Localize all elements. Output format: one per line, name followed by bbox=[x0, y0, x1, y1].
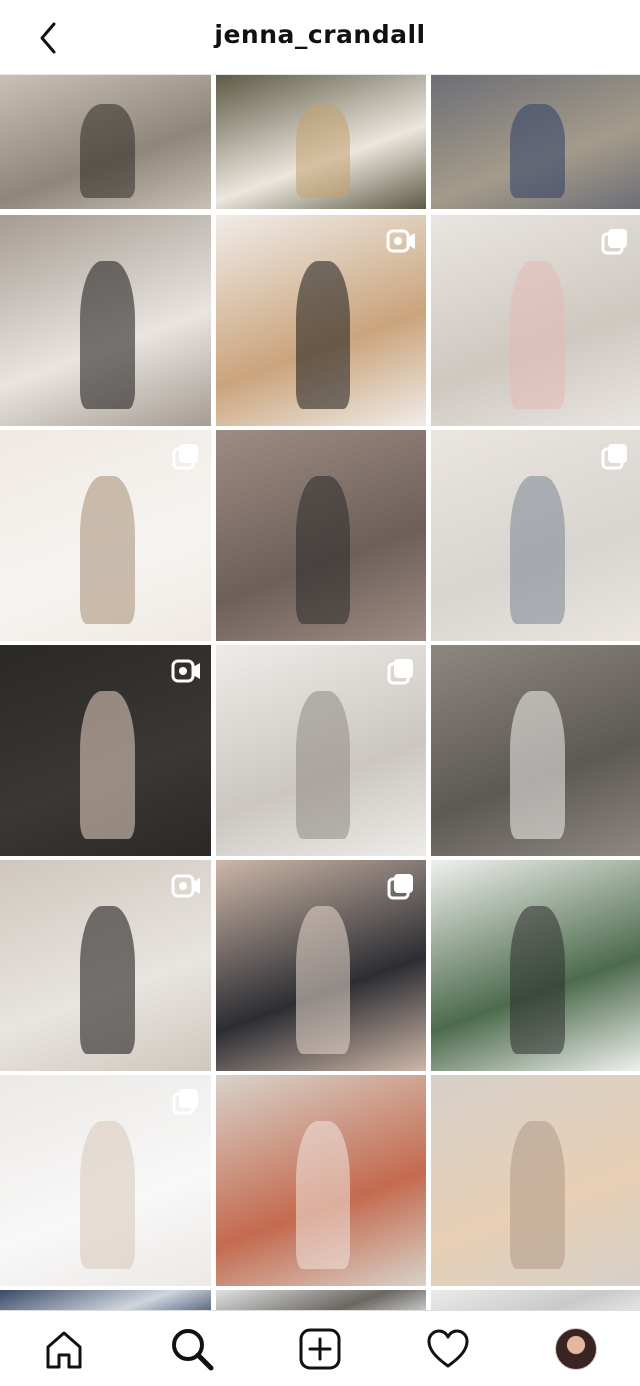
carousel-icon bbox=[387, 659, 413, 685]
reel-video-icon bbox=[171, 874, 200, 898]
tab-new-post[interactable] bbox=[296, 1325, 344, 1373]
photo-subject bbox=[510, 261, 565, 410]
post-tile[interactable] bbox=[216, 1290, 426, 1310]
explore-grid bbox=[0, 75, 640, 1310]
carousel-icon bbox=[601, 229, 627, 255]
post-tile[interactable] bbox=[431, 215, 640, 426]
photo-subject bbox=[80, 1121, 136, 1270]
bottom-tab-bar bbox=[0, 1310, 640, 1386]
photo-subject bbox=[295, 906, 351, 1055]
reel-video-icon bbox=[171, 659, 200, 683]
post-tile[interactable] bbox=[216, 645, 426, 856]
search-icon bbox=[172, 1329, 214, 1371]
profile-avatar[interactable] bbox=[555, 1328, 597, 1370]
post-tile[interactable] bbox=[431, 645, 640, 856]
tab-home[interactable] bbox=[40, 1325, 88, 1373]
post-tile[interactable] bbox=[431, 430, 640, 641]
home-icon bbox=[46, 1331, 82, 1369]
post-tile[interactable] bbox=[431, 860, 640, 1071]
profile-username: jenna_crandall bbox=[214, 20, 426, 49]
post-tile[interactable] bbox=[0, 75, 211, 209]
photo-subject bbox=[510, 104, 565, 199]
plus-square-icon bbox=[299, 1328, 341, 1370]
photo-subject bbox=[295, 476, 351, 625]
photo-subject bbox=[80, 261, 136, 410]
photo-subject bbox=[510, 476, 565, 625]
photo-subject bbox=[80, 476, 136, 625]
carousel-icon bbox=[172, 1089, 198, 1115]
photo-subject bbox=[510, 691, 565, 840]
photo-subject bbox=[295, 1121, 351, 1270]
post-tile[interactable] bbox=[431, 1075, 640, 1286]
photo-subject bbox=[80, 691, 136, 840]
top-header: jenna_crandall bbox=[0, 0, 640, 75]
tab-activity[interactable] bbox=[424, 1325, 472, 1373]
carousel-icon bbox=[172, 444, 198, 470]
post-tile[interactable] bbox=[216, 75, 426, 209]
post-tile[interactable] bbox=[0, 215, 211, 426]
post-tile[interactable] bbox=[216, 860, 426, 1071]
photo-subject bbox=[295, 104, 351, 199]
reel-video-icon bbox=[386, 229, 415, 253]
photo-subject bbox=[80, 906, 136, 1055]
post-tile[interactable] bbox=[216, 215, 426, 426]
tab-search[interactable] bbox=[168, 1325, 216, 1373]
post-tile[interactable] bbox=[0, 860, 211, 1071]
photo-subject bbox=[510, 1121, 565, 1270]
post-tile[interactable] bbox=[431, 1290, 640, 1310]
post-tile[interactable] bbox=[0, 1290, 211, 1310]
photo-subject bbox=[510, 906, 565, 1055]
post-tile[interactable] bbox=[216, 430, 426, 641]
post-tile[interactable] bbox=[216, 1075, 426, 1286]
photo-subject bbox=[80, 104, 136, 199]
post-tile[interactable] bbox=[0, 645, 211, 856]
photo-subject bbox=[295, 261, 351, 410]
carousel-icon bbox=[601, 444, 627, 470]
carousel-icon bbox=[387, 874, 413, 900]
heart-icon bbox=[427, 1329, 469, 1368]
photo-subject bbox=[295, 691, 351, 840]
post-tile[interactable] bbox=[0, 1075, 211, 1286]
post-tile[interactable] bbox=[431, 75, 640, 209]
post-tile[interactable] bbox=[0, 430, 211, 641]
